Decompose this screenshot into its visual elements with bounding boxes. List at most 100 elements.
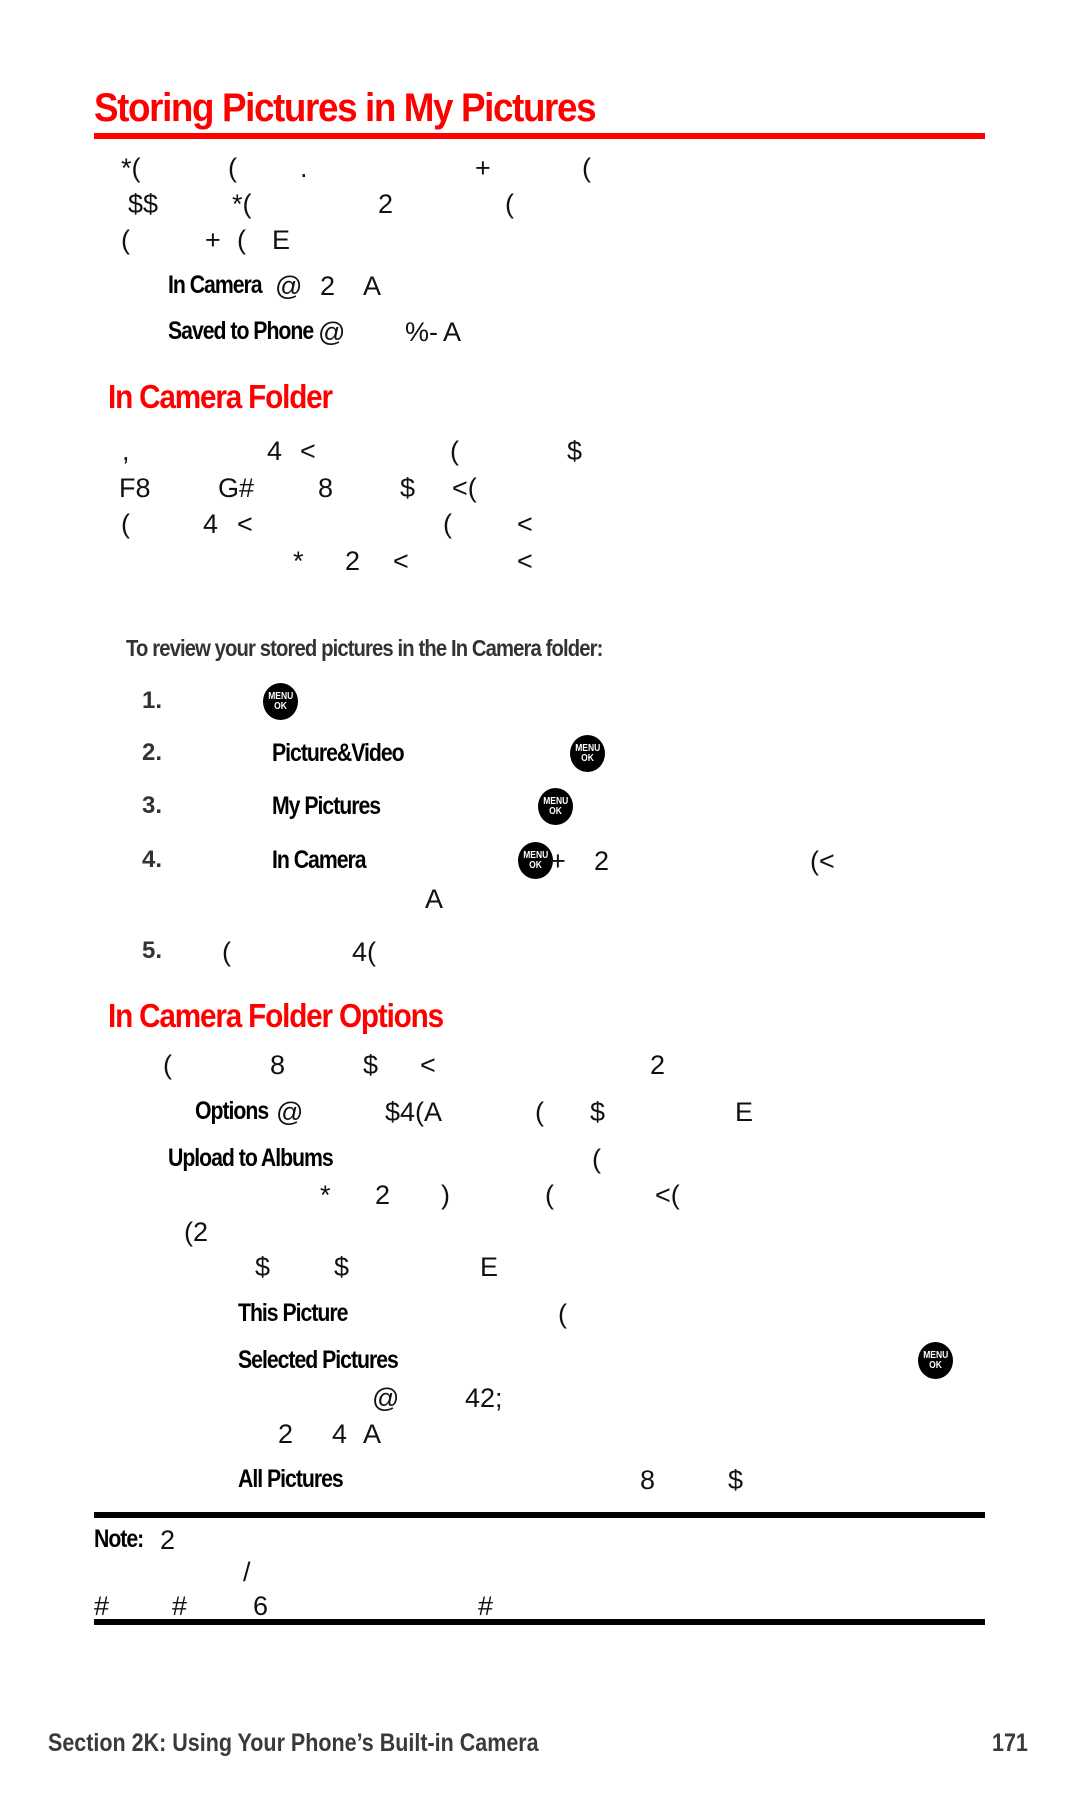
body-glyph: $ [363,1050,379,1080]
body-glyph: A [425,884,444,914]
body-glyph: $ [255,1252,271,1282]
step-menu-item-label: Picture&Video [272,739,405,767]
body-glyph: <( [452,473,477,503]
body-glyph: 4 [203,509,219,539]
body-glyph: A [363,1419,382,1449]
body-glyph: @ [372,1383,400,1413]
body-glyph: + [550,846,566,876]
folder-item-label: In Camera [168,271,263,299]
body-glyph: ( [228,153,237,183]
step-number: 4. [142,846,163,873]
body-glyph: ( [121,509,130,539]
body-glyph: < [393,546,409,576]
option-label: Selected Pictures [238,1346,399,1374]
body-glyph: $$ [128,189,159,219]
body-glyph: <( [655,1180,680,1210]
menu-ok-key-icon: MENU OK [518,842,553,879]
body-glyph: * [293,546,304,576]
section-heading-in-camera-options: In Camera Folder Options [108,997,444,1034]
body-glyph: $ [728,1465,744,1495]
body-glyph: ( [592,1144,601,1174]
body-glyph: 2 [278,1419,294,1449]
footer-section-title: Section 2K: Using Your Phone’s Built-in … [48,1729,539,1757]
body-glyph: 8 [270,1050,286,1080]
body-glyph: ) [441,1180,450,1210]
body-glyph: # [94,1591,110,1621]
title-rule [94,133,985,139]
menu-ok-key-icon: MENU OK [918,1342,953,1379]
option-label: All Pictures [238,1465,344,1493]
body-glyph: ( [505,189,514,219]
body-glyph: 2 [375,1180,391,1210]
body-glyph: < [517,509,533,539]
body-glyph: ( [558,1299,567,1329]
body-glyph: ( [121,225,130,255]
folder-item-label: Saved to Phone [168,317,314,345]
body-glyph: (< [810,846,835,876]
body-glyph: G# [218,473,255,503]
body-glyph: F8 [119,473,151,503]
body-glyph: < [237,509,253,539]
body-glyph: < [420,1050,436,1080]
body-glyph: < [300,436,316,466]
body-glyph: ( [582,153,591,183]
note-label: Note: [94,1525,144,1553]
body-glyph: $ [567,436,583,466]
body-glyph: 4 [267,436,283,466]
body-glyph: ( [545,1180,554,1210]
body-glyph: ( [450,436,459,466]
body-glyph: 42; [465,1383,503,1413]
body-glyph: E [272,225,291,255]
body-glyph: # [172,1591,188,1621]
step-number: 1. [142,687,163,714]
body-glyph: 2 [320,271,336,301]
body-glyph: + [205,225,221,255]
body-glyph: *( [121,153,141,183]
page-title: Storing Pictures in My Pictures [94,86,597,130]
body-glyph: @ [276,1097,304,1127]
body-glyph: 2 [160,1525,176,1555]
option-label: Upload to Albums [168,1144,334,1172]
step-number: 5. [142,937,163,964]
body-glyph: ( [163,1050,172,1080]
option-label: This Picture [238,1299,348,1327]
body-glyph: . [300,153,308,183]
body-glyph: , [122,436,130,466]
body-glyph: $4(A [385,1097,443,1127]
option-label: Options [195,1097,269,1125]
body-glyph: E [735,1097,754,1127]
body-glyph: @ [275,271,303,301]
body-glyph: ( [237,225,246,255]
body-glyph: * [320,1180,331,1210]
body-glyph: + [475,153,491,183]
body-glyph: A [443,317,462,347]
note-top-rule [94,1512,985,1518]
page-number: 171 [992,1729,1028,1757]
body-glyph: ( [222,937,231,967]
body-glyph: 6 [253,1591,269,1621]
note-bottom-rule [94,1619,985,1625]
body-glyph: *( [232,189,252,219]
body-glyph: # [478,1591,494,1621]
body-glyph: @ [318,317,346,347]
body-glyph: 4( [352,937,377,967]
body-glyph: $ [590,1097,606,1127]
body-glyph: $ [400,473,416,503]
body-glyph: 2 [594,846,610,876]
body-glyph: < [517,546,533,576]
step-menu-item-label: My Pictures [272,792,381,820]
body-glyph: 8 [318,473,334,503]
body-glyph: 8 [640,1465,656,1495]
body-glyph: 2 [378,189,394,219]
body-glyph: 2 [650,1050,666,1080]
body-glyph: %- [405,317,438,347]
step-number: 2. [142,739,163,766]
section-heading-in-camera-folder: In Camera Folder [108,378,333,415]
body-glyph: 4 [332,1419,348,1449]
step-number: 3. [142,792,163,819]
menu-ok-key-icon: MENU OK [538,788,573,825]
body-glyph: $ [334,1252,350,1282]
body-glyph: / [243,1557,251,1587]
body-glyph: ( [443,509,452,539]
menu-ok-key-icon: MENU OK [263,683,298,720]
